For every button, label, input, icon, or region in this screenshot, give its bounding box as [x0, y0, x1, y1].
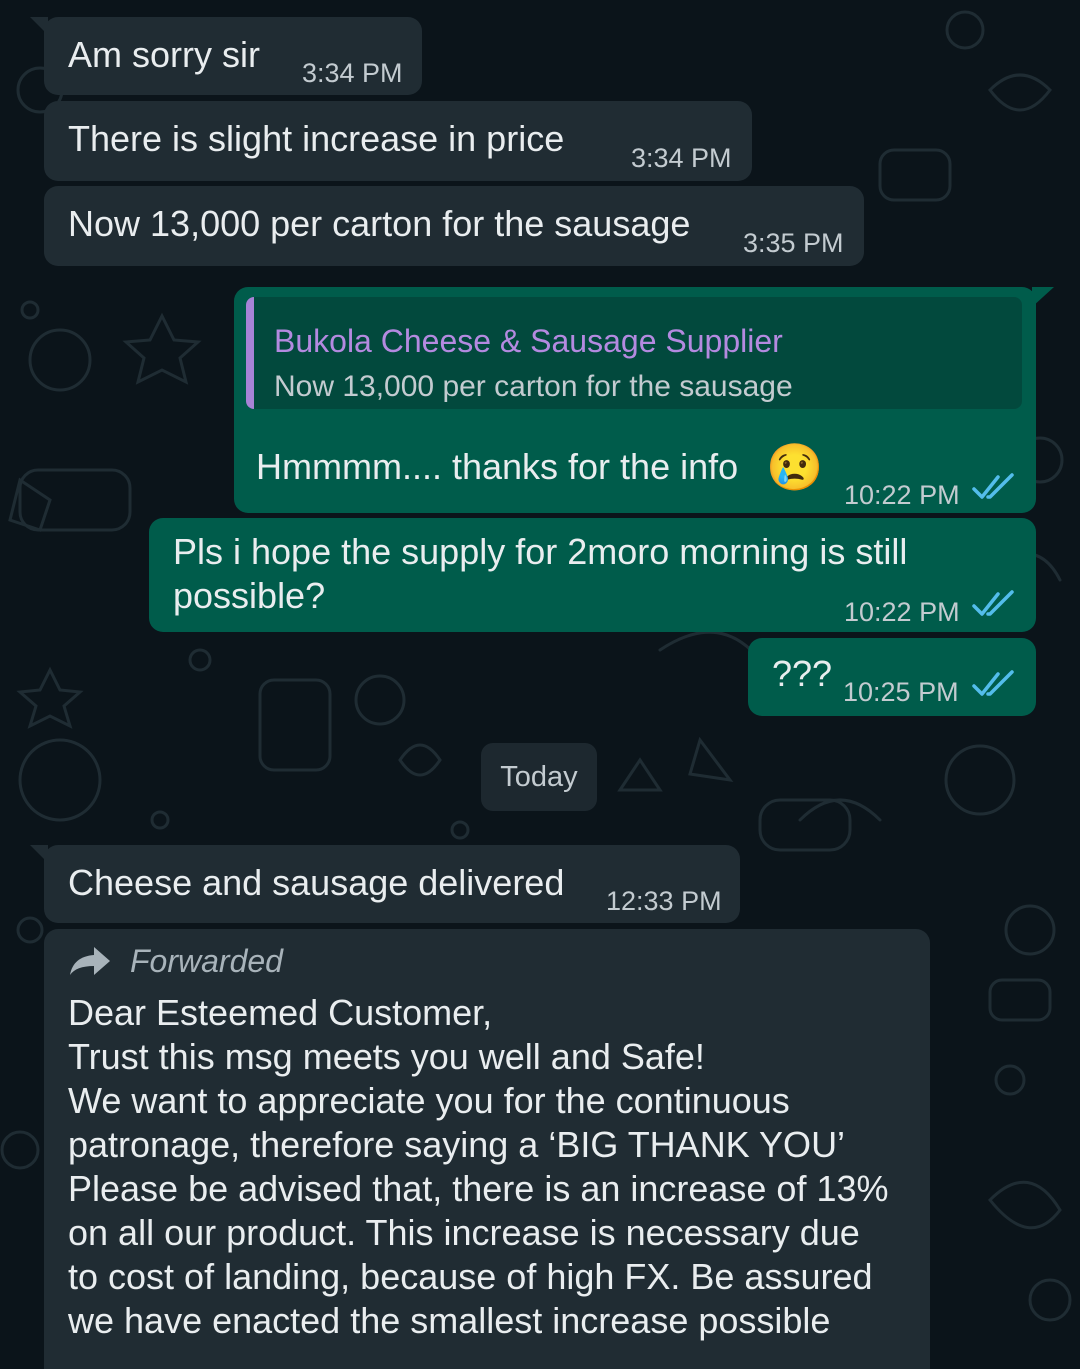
message-text-line: Dear Esteemed Customer, [68, 992, 493, 1033]
quote-text: Now 13,000 per carton for the sausage [274, 370, 793, 403]
message-text-line: on all our product. This increase is nec… [68, 1212, 860, 1253]
double-check-icon [972, 590, 1014, 616]
message-text: Cheese and sausage delivered [68, 862, 565, 903]
message-timestamp: 3:34 PM [302, 58, 403, 88]
outgoing-message[interactable]: ??? 10:25 PM [748, 638, 1036, 716]
message-text: ??? [772, 653, 833, 694]
message-text-line: we have enacted the smallest increase po… [68, 1300, 831, 1341]
quote-accent-bar [246, 297, 254, 409]
quote-sender-name: Bukola Cheese & Sausage Supplier [274, 323, 783, 359]
incoming-message[interactable]: Now 13,000 per carton for the sausage 3:… [44, 186, 864, 266]
message-timestamp: 12:33 PM [606, 886, 722, 916]
message-text: There is slight increase in price [68, 118, 565, 159]
message-text-line: Pls i hope the supply for 2moro morning … [173, 531, 908, 572]
forward-arrow-icon [70, 947, 110, 975]
forwarded-label: Forwarded [130, 943, 283, 979]
incoming-message[interactable]: Cheese and sausage delivered 12:33 PM [30, 845, 740, 923]
message-timestamp: 10:22 PM [844, 480, 960, 510]
outgoing-message[interactable]: Pls i hope the supply for 2moro morning … [149, 518, 1036, 632]
outgoing-reply-message[interactable]: Bukola Cheese & Sausage Supplier Now 13,… [234, 287, 1054, 513]
date-separator: Today [481, 743, 597, 811]
message-text: Now 13,000 per carton for the sausage [68, 203, 691, 244]
incoming-message[interactable]: There is slight increase in price 3:34 P… [44, 101, 752, 181]
message-timestamp: 10:25 PM [843, 677, 959, 707]
message-text-line: Please be advised that, there is an incr… [68, 1168, 889, 1209]
message-timestamp: 3:35 PM [743, 228, 844, 258]
message-text-line: possible? [173, 575, 326, 616]
forwarded-message[interactable]: Forwarded Dear Esteemed Customer, Trust … [44, 929, 930, 1369]
message-text-line: Trust this msg meets you well and Safe! [68, 1036, 705, 1077]
crying-face-emoji: 😢 [766, 441, 824, 493]
message-text-line: to cost of landing, because of high FX. … [68, 1256, 873, 1297]
message-text-line: We want to appreciate you for the contin… [68, 1080, 790, 1121]
double-check-icon [972, 473, 1014, 499]
message-text: Am sorry sir [68, 34, 260, 75]
message-timestamp: 3:34 PM [631, 143, 732, 173]
incoming-message[interactable]: Am sorry sir 3:34 PM [30, 17, 422, 95]
message-text-line: patronage, therefore saying a ‘BIG THANK… [68, 1124, 846, 1165]
message-timestamp: 10:22 PM [844, 597, 960, 627]
quoted-message[interactable]: Bukola Cheese & Sausage Supplier Now 13,… [246, 297, 1022, 409]
double-check-icon [972, 670, 1014, 696]
message-text: Hmmmm.... thanks for the info [256, 446, 739, 487]
